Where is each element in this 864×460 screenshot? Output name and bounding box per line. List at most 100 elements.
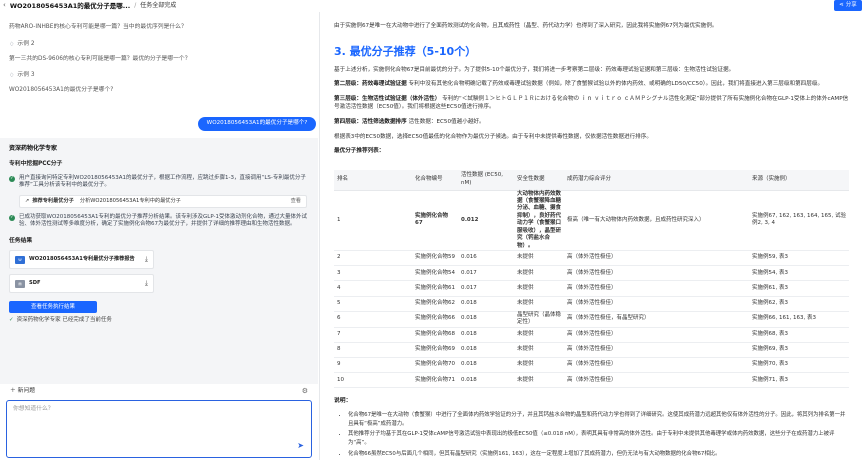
example-label-3: ♢ 示例 3 — [9, 72, 35, 80]
lightbulb-icon: ♢ — [9, 72, 15, 79]
table-cell: 实施例62, 表3 — [749, 296, 849, 312]
word-file-icon: W — [15, 255, 25, 264]
table-cell: 实施例化合物62 — [412, 296, 458, 312]
note-item: 化合物66虽然EC50与后面几个相同，但其有晶型研究（实施例161, 163），… — [348, 450, 850, 459]
breadcrumb-separator: / — [134, 1, 137, 9]
table-cell: 0.018 — [458, 342, 514, 358]
table-cell: 实施例化合物70 — [412, 357, 458, 374]
table-cell: 4 — [334, 280, 412, 297]
table-cell: 未提供 — [514, 327, 564, 343]
completion-status: ✓ 资深药物化学专家 已经完成了当前任务 — [9, 317, 309, 324]
table-cell: 高（体外活性极佳） — [564, 372, 749, 389]
tool-description: 分析WO2018056453A1专利中的最优分子 — [79, 197, 181, 204]
paragraph-3: 第三层级：生物活性试验证据（体外活性） 专利的“＜試験例１＞ヒトＧＬＰ１Ｒにおけ… — [334, 95, 850, 112]
file-name: WO2018056453A1专利最优分子推荐报告 — [29, 256, 135, 263]
table-cell: 实施例59, 表3 — [749, 250, 849, 267]
download-icon[interactable]: ⤓ — [145, 279, 148, 288]
download-icon[interactable]: ⤓ — [145, 255, 148, 264]
section-title: 3. 最优分子推荐（5-10个） — [334, 44, 477, 58]
file-name: SDF — [29, 280, 41, 287]
recommendation-table: 排名 化合物编号 活性数据 (EC50, nM) 安全性数据 成药潜力综合评分 … — [334, 170, 849, 389]
note-item: 其他推荐分子均基于其在GLP-1受体cAMP信号激活试验中表现出的极低EC50值… — [348, 430, 850, 447]
table-cell: 高（体外活性极佳） — [564, 280, 749, 297]
gear-icon[interactable]: ⚙ — [302, 387, 308, 396]
table-cell: 高（体外活性极佳） — [564, 342, 749, 358]
table-cell: 高（体外活性极佳） — [564, 265, 749, 282]
chevron-left-icon[interactable]: ‹ — [3, 1, 6, 10]
table-cell: 0.016 — [458, 250, 514, 267]
new-question-label: 新问题 — [17, 388, 36, 395]
table-cell: 实施例67, 162, 163, 164, 165, 试验例2, 3, 4 — [749, 190, 849, 251]
example-question-2[interactable]: 第一三共的DS-9606的核心专利可能是哪一篇？最优的分子是哪一个？ — [9, 56, 191, 64]
table-cell: 未提供 — [514, 250, 564, 267]
report-panel[interactable]: 由于实施例67是唯一在大动物中进行了全面药效测试的化合物，且其成药性（晶型、药代… — [320, 12, 864, 460]
p4-label: 第四层级：活性筛选数据排序 — [334, 119, 407, 126]
col-header: 来源（实施例） — [749, 170, 849, 191]
tool-label: 推荐专利最优分子 — [32, 197, 74, 204]
table-row: 5 实施例化合物62 0.018 未提供 高（体外活性极佳） 实施例62, 表3 — [334, 296, 849, 312]
table-header-row: 排名 化合物编号 活性数据 (EC50, nM) 安全性数据 成药潜力综合评分 … — [334, 170, 849, 191]
question-input[interactable]: 你想知道什么？ ➤ — [6, 400, 312, 458]
paragraph-5: 根据表3中的EC50数据，选择EC50值最低的化合物作为最优分子候选。由于专利中… — [334, 133, 652, 140]
table-cell: 高（体外活性极佳，有晶型研究） — [564, 311, 749, 328]
share-label: 分享 — [845, 1, 857, 8]
table-cell: 6 — [334, 311, 412, 328]
breadcrumb: 任务全部完成 — [140, 1, 177, 9]
new-question-row: ＋ 新问题 ⚙ — [0, 386, 318, 398]
send-icon[interactable]: ➤ — [297, 441, 304, 452]
lightbulb-icon: ♢ — [9, 41, 15, 48]
user-message: WO2018056453A1的最优分子是哪个? — [198, 117, 316, 131]
table-cell: 实施例化合物67 — [412, 190, 458, 251]
table-cell: 实施例54, 表3 — [749, 265, 849, 282]
file-card-sdf[interactable]: ▤ SDF ⤓ — [9, 274, 154, 294]
table-row: 8 实施例化合物69 0.018 未提供 高（体外活性极佳） 实施例69, 表3 — [334, 342, 849, 358]
table-cell: 0.018 — [458, 311, 514, 328]
col-header: 排名 — [334, 170, 412, 191]
example-label-2: ♢ 示例 2 — [9, 41, 35, 49]
table-cell: 实施例化合物68 — [412, 327, 458, 343]
share-button[interactable]: ⋖ 分享 — [834, 0, 862, 11]
note-item: 化合物67是唯一在大动物（食蟹猴）中进行了全面体内药效学验证的分子，并且其钙盐水… — [348, 411, 850, 428]
table-cell: 未提供 — [514, 265, 564, 282]
table-row: 9 实施例化合物70 0.018 未提供 高（体外活性极佳） 实施例70, 表3 — [334, 357, 849, 374]
intro-paragraph: 由于实施例67是唯一在大动物中进行了全面药效测试的化合物，且其成药性（晶型、药代… — [334, 23, 718, 29]
table-cell: 实施例70, 表3 — [749, 357, 849, 374]
tool-call-box[interactable]: ↗ 推荐专利最优分子 分析WO2018056453A1专利中的最优分子 查看 — [19, 194, 307, 208]
paragraph-1: 基于上述分析，实施例化合物67是目前最优的分子。为了提供5-10个最优分子，我们… — [334, 66, 735, 73]
agent-response-card: 资深药物化学专家 专利中挖掘PCC分子 ✓ 用户直接询问特定专利WO201805… — [0, 138, 318, 384]
table-cell: 高（体外活性极佳） — [564, 250, 749, 267]
new-question-button[interactable]: ＋ 新问题 — [10, 388, 35, 396]
col-header: 活性数据 (EC50, nM) — [458, 170, 514, 191]
table-cell: 未提供 — [514, 296, 564, 312]
table-cell: 10 — [334, 372, 412, 389]
table-row: 3 实施例化合物54 0.017 未提供 高（体外活性极佳） 实施例54, 表3 — [334, 265, 849, 282]
view-results-button[interactable]: 查看任务执行结果 — [9, 301, 97, 314]
agent-subtitle: 专利中挖掘PCC分子 — [9, 161, 63, 168]
table-cell: 实施例化合物59 — [412, 250, 458, 267]
file-card-report[interactable]: W WO2018056453A1专利最优分子推荐报告 ⤓ — [9, 250, 154, 270]
table-cell: 5 — [334, 296, 412, 312]
list-title: 最优分子推荐列表： — [334, 148, 385, 155]
table-cell: 0.018 — [458, 327, 514, 343]
table-cell: 0.017 — [458, 265, 514, 282]
table-body: 1 实施例化合物67 0.012 大动物体内药效数据（食蟹猴降血糖分泌、血糖、摄食抑制… — [334, 190, 849, 389]
p2-text: 专利中没有其他化合物明确记载了药效或毒理试验数据（例如，除了食蟹猴试验以外的体内… — [408, 81, 824, 88]
table-cell: 0.018 — [458, 372, 514, 389]
check-icon: ✓ — [9, 214, 15, 221]
table-cell: 7 — [334, 327, 412, 343]
example-question-1[interactable]: 药物ARO-INHBE的核心专利可能是哪一篇？当中的最优序列是什么？ — [9, 24, 187, 32]
step-2: ✓ 已成功获取WO2018056453A1专利的最优分子推荐分析结果。该专利涉及… — [9, 214, 309, 229]
tool-icon: ↗ — [25, 197, 30, 204]
table-row: 4 实施例化合物61 0.017 未提供 高（体外活性极佳） 实施例61, 表3 — [334, 280, 849, 297]
input-placeholder: 你想知道什么？ — [13, 406, 54, 412]
table-cell: 实施例化合物66 — [412, 311, 458, 328]
tool-view-link[interactable]: 查看 — [291, 198, 301, 205]
chat-history[interactable]: 药物ARO-INHBE的核心专利可能是哪一篇？当中的最优序列是什么？ ♢ 示例 … — [0, 12, 318, 384]
example-question-3[interactable]: WO2018056453A1的最优分子是哪个? — [9, 87, 113, 95]
step-1-text: 用户直接询问特定专利WO2018056453A1的最优分子，根据工作流程，应跳过… — [19, 174, 306, 189]
table-cell: 未提供 — [514, 342, 564, 358]
paragraph-2: 第二层级：药效毒理试验证据 专利中没有其他化合物明确记载了药效或毒理试验数据（例… — [334, 80, 850, 89]
table-cell: 实施例69, 表3 — [749, 342, 849, 358]
col-header: 成药潜力综合评分 — [564, 170, 749, 191]
completion-text: 资深药物化学专家 已经完成了当前任务 — [16, 317, 112, 324]
